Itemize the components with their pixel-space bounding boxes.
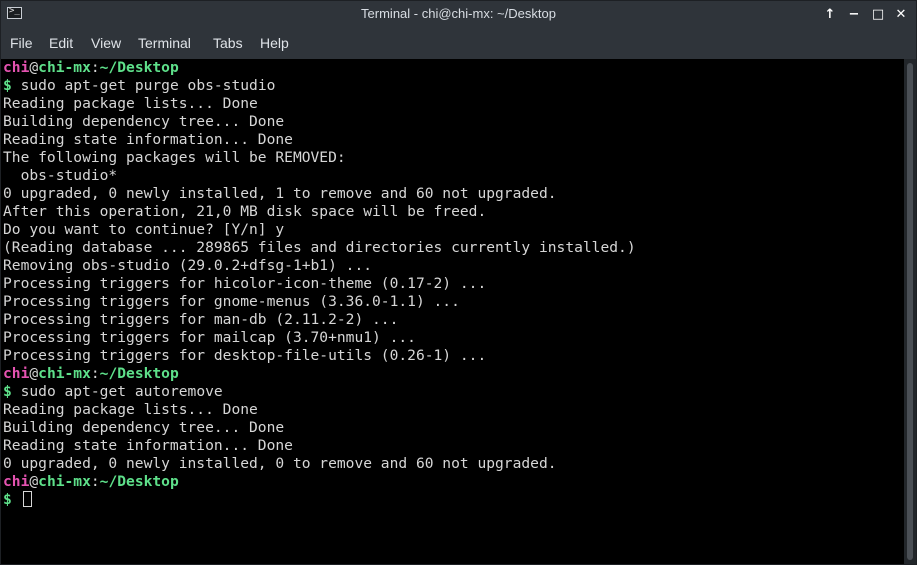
output-line: Reading state information... Done [3,437,293,454]
output-line: (Reading database ... 289865 files and d… [3,239,636,256]
command-text: sudo apt-get purge obs-studio [20,77,276,94]
prompt-colon: : [90,473,100,490]
output-line: After this operation, 21,0 MB disk space… [3,203,487,220]
close-button[interactable]: ✕ [892,5,910,23]
output-line: Removing obs-studio (29.0.2+dfsg-1+b1) .… [3,257,373,274]
title-bar[interactable]: >_ Terminal - chi@chi-mx: ~/Desktop ↑ − … [1,1,916,28]
vertical-scrollbar[interactable] [904,59,916,564]
minimize-button[interactable]: − [845,5,863,23]
command-line[interactable]: $ [3,491,32,509]
prompt-symbol: $ [3,491,12,508]
prompt-line: chi@chi-mx:~/Desktop [3,365,179,383]
text-cursor [22,491,32,507]
prompt-path: ~/Desktop [99,473,179,490]
arrow-up-icon: ↑ [824,6,836,22]
prompt-host: chi-mx [38,473,91,490]
menu-help[interactable]: Help [260,35,289,51]
window-title: Terminal - chi@chi-mx: ~/Desktop [361,6,556,21]
menu-tabs[interactable]: Tabs [213,35,243,51]
prompt-user: chi [3,473,30,490]
prompt-host: chi-mx [38,365,91,382]
prompt-at: @ [29,59,39,76]
prompt-line: chi@chi-mx:~/Desktop [3,59,179,77]
minimize-icon: − [848,6,860,22]
output-line: obs-studio* [3,167,118,184]
prompt-path: ~/Desktop [99,365,179,382]
prompt-at: @ [29,473,39,490]
output-line: 0 upgraded, 0 newly installed, 0 to remo… [3,455,557,472]
terminal-window: >_ Terminal - chi@chi-mx: ~/Desktop ↑ − … [0,0,917,565]
prompt-line: chi@chi-mx:~/Desktop [3,473,179,491]
output-line: Reading package lists... Done [3,95,258,112]
output-line: Processing triggers for desktop-file-uti… [3,347,487,364]
menu-bar: File Edit View Terminal Tabs Help [1,28,916,59]
prompt-user: chi [3,365,30,382]
output-line: Processing triggers for hicolor-icon-the… [3,275,487,292]
prompt-symbol: $ [3,77,12,94]
output-line: Do you want to continue? [Y/n] y [3,221,285,238]
maximize-button[interactable]: □ [869,5,887,23]
output-line: The following packages will be REMOVED: [3,149,346,166]
output-line: Reading state information... Done [3,131,293,148]
prompt-path: ~/Desktop [99,59,179,76]
menu-view[interactable]: View [91,35,121,51]
scrollbar-thumb[interactable] [907,63,913,560]
keep-above-button[interactable]: ↑ [821,5,839,23]
command-line: $ sudo apt-get purge obs-studio [3,77,275,95]
prompt-colon: : [90,59,100,76]
terminal-output[interactable]: chi@chi-mx:~/Desktop $ sudo apt-get purg… [2,59,904,564]
output-line: Building dependency tree... Done [3,113,285,130]
command-text: sudo apt-get autoremove [20,383,223,400]
maximize-icon: □ [871,6,885,22]
output-line: Reading package lists... Done [3,401,258,418]
menu-terminal[interactable]: Terminal [138,35,191,51]
output-line: Building dependency tree... Done [3,419,285,436]
prompt-at: @ [29,365,39,382]
output-line: Processing triggers for man-db (2.11.2-2… [3,311,399,328]
menu-edit[interactable]: Edit [49,35,73,51]
output-line: 0 upgraded, 0 newly installed, 1 to remo… [3,185,557,202]
prompt-user: chi [3,59,30,76]
command-line: $ sudo apt-get autoremove [3,383,223,401]
output-line: Processing triggers for mailcap (3.70+nm… [3,329,416,346]
close-icon: ✕ [895,6,907,22]
prompt-symbol: $ [3,383,12,400]
menu-file[interactable]: File [10,35,33,51]
prompt-colon: : [90,365,100,382]
prompt-host: chi-mx [38,59,91,76]
output-line: Processing triggers for gnome-menus (3.3… [3,293,460,310]
